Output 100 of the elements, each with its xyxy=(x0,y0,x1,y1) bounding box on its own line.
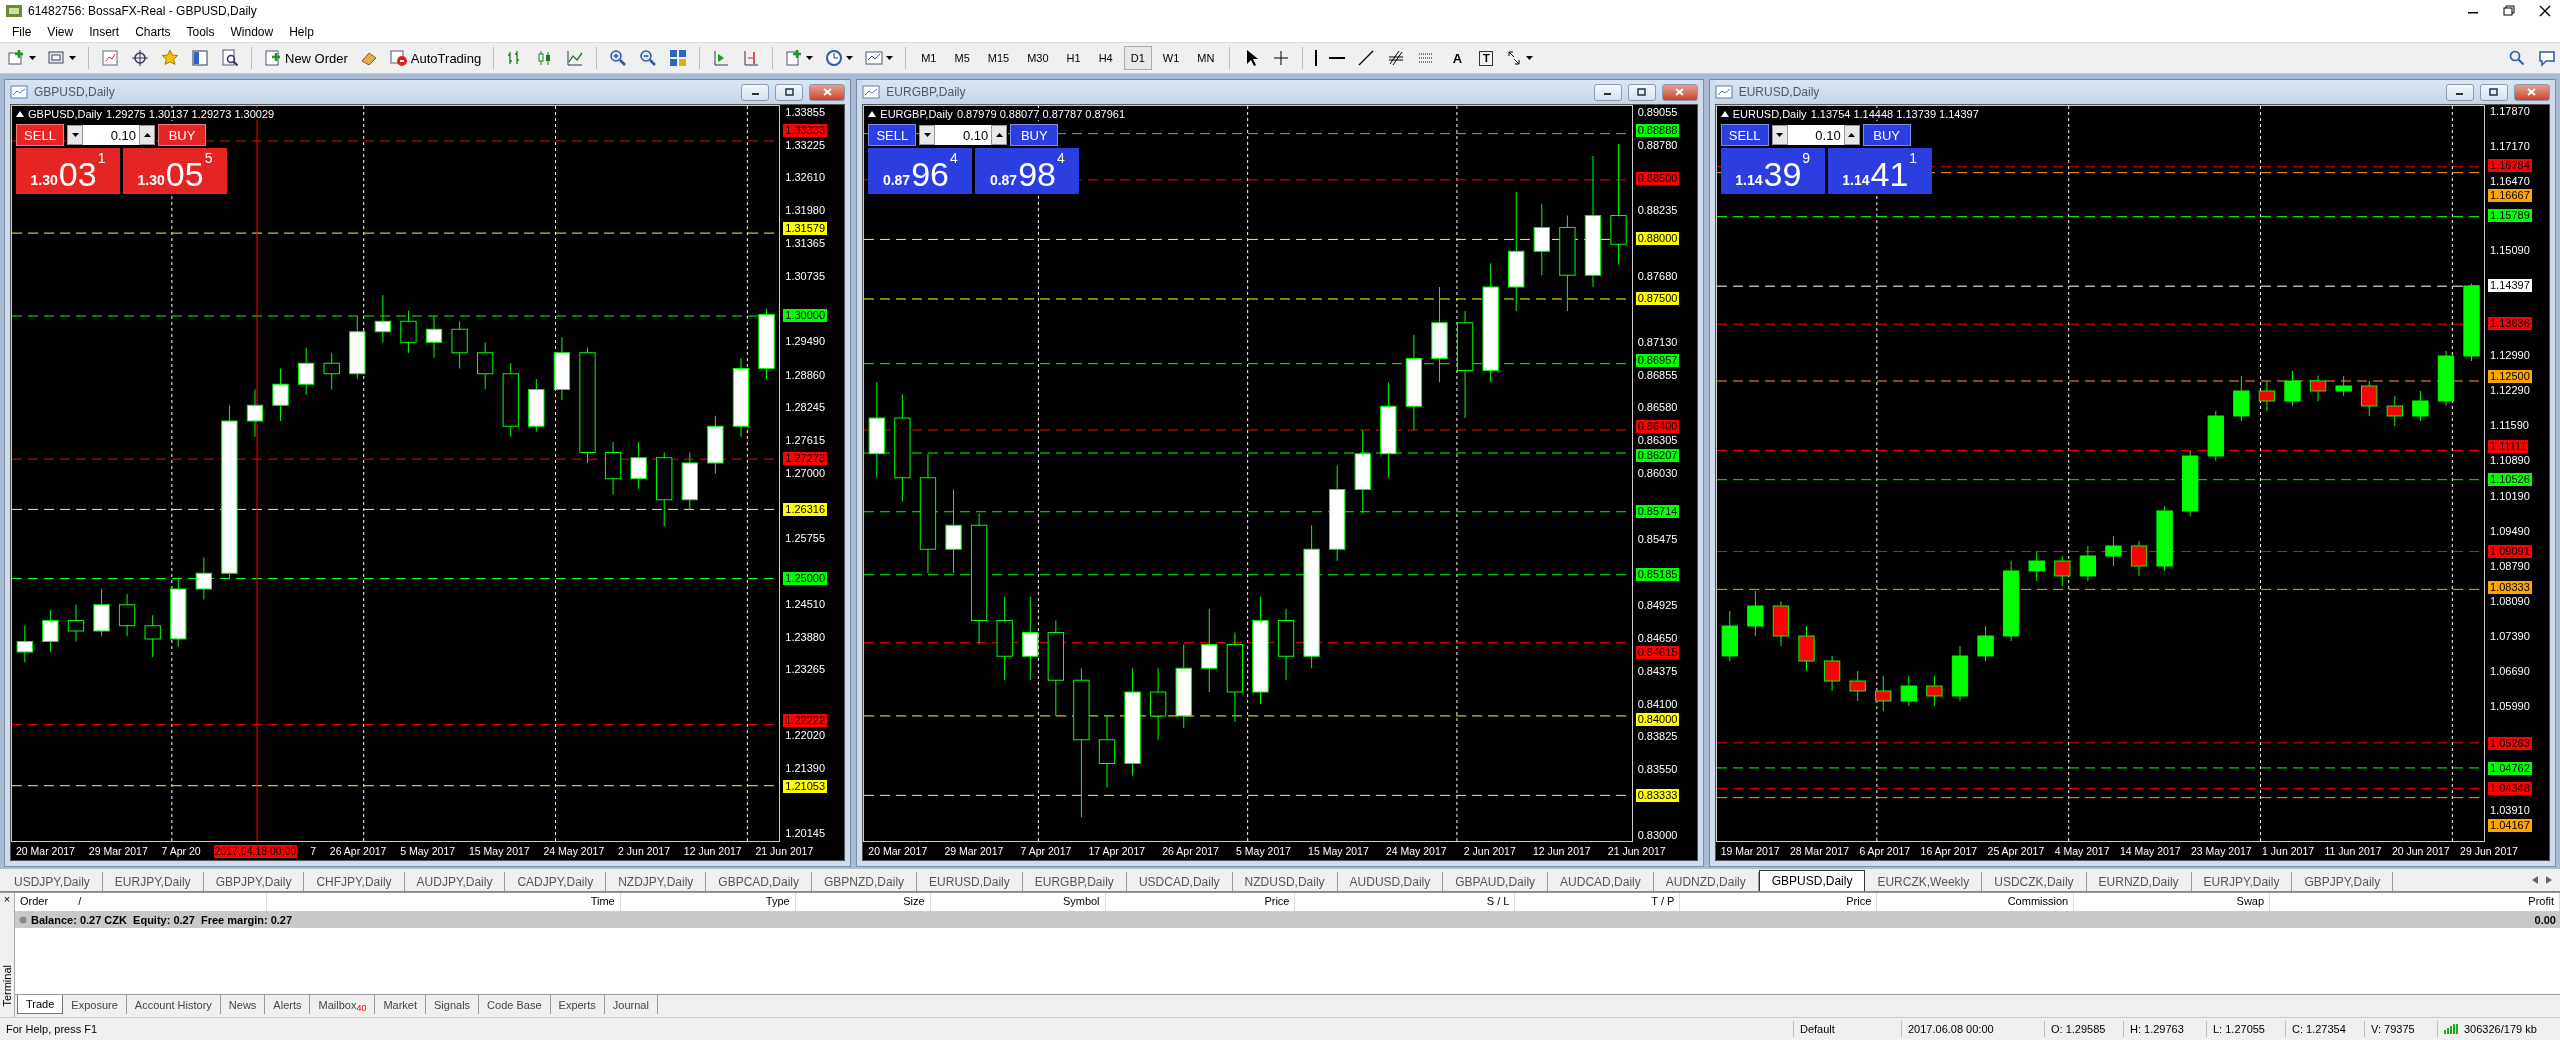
date-axis-label: 15 May 2017 xyxy=(467,844,531,858)
price-axis-label: 1.28860 xyxy=(784,368,827,382)
low-price: L: 1.27055 xyxy=(2206,1021,2285,1037)
chart-symbol: EURGBP,Daily xyxy=(880,108,953,120)
status-help-text: For Help, press F1 xyxy=(5,1022,99,1037)
date-axis-label: 29 Mar 2017 xyxy=(943,844,1005,858)
date-axis-label: 12 Jun 2017 xyxy=(1531,844,1592,858)
chart-window-title: EURGBP,Daily xyxy=(886,85,967,99)
date-axis-label: 19 Mar 2017 xyxy=(1719,844,1781,858)
price-axis-label: 1.31365 xyxy=(784,236,827,250)
price-axis-label: 0.86855 xyxy=(1636,368,1679,382)
date-axis-label: 5 May 2017 xyxy=(399,844,457,858)
date-axis-label: 1 Jun 2017 xyxy=(2261,844,2316,858)
price-level-label: 1.22222 xyxy=(783,714,828,727)
price-axis-label: 0.86305 xyxy=(1636,434,1679,448)
date-axis-label: 4 May 2017 xyxy=(2053,844,2111,858)
price-axis-label: 1.06690 xyxy=(2489,665,2531,679)
date-axis-label: 7 Apr 20 xyxy=(160,844,202,858)
balance-summary: Balance: 0.27 CZK Equity: 0.27 Free margin: 0.27 xyxy=(31,914,294,926)
price-axis-label: 1.22020 xyxy=(784,728,827,742)
price-level-label: 1.31579 xyxy=(783,222,828,236)
price-level-label: 0.84615 xyxy=(1635,646,1680,660)
price-axis-label: 1.33855 xyxy=(784,105,827,119)
price-level-label: 0.84000 xyxy=(1635,712,1680,726)
price-level-label: 0.85714 xyxy=(1635,504,1680,518)
price-axis-label: 1.10190 xyxy=(2489,489,2531,503)
price-axis-label: 0.88235 xyxy=(1636,203,1679,217)
volume: V: 79375 xyxy=(2364,1021,2437,1037)
price-axis-label: 1.24510 xyxy=(784,597,827,611)
date-axis-label: 29 Jun 2017 xyxy=(2459,844,2519,858)
price-level-label: 1.16784 xyxy=(2488,158,2532,172)
date-axis-label: 24 May 2017 xyxy=(542,844,606,858)
price-axis-label: 1.17870 xyxy=(2489,104,2531,118)
price-level-label: 1.10526 xyxy=(2488,472,2532,486)
date-axis-label: 7 xyxy=(309,844,317,858)
price-axis-label: 1.09490 xyxy=(2489,524,2531,538)
price-axis-label: 1.33225 xyxy=(784,138,827,152)
ohlc-values: 1.13754 1.14448 1.13739 1.14397 xyxy=(1810,108,1979,120)
date-axis-label: 7 Apr 2017 xyxy=(1019,844,1073,858)
price-level-label: 1.15789 xyxy=(2488,208,2532,222)
close-price: C: 1.27354 xyxy=(2285,1021,2364,1037)
terminal-label: Terminal xyxy=(1,965,13,1007)
date-axis-label: 26 Apr 2017 xyxy=(1161,844,1220,858)
sort-indicator: / xyxy=(78,895,82,909)
price-axis-label: 1.28245 xyxy=(784,400,827,414)
date-axis-label: 11 Jun 2017 xyxy=(2323,844,2383,858)
price-axis-label: 1.08090 xyxy=(2489,594,2531,608)
price-axis-label: 0.84375 xyxy=(1636,664,1679,678)
price-level-label: 0.87500 xyxy=(1635,291,1680,305)
price-axis-label: 1.27000 xyxy=(784,466,827,480)
window-title: 61482756: BossaFX-Real - GBPUSD,Daily xyxy=(28,4,258,18)
date-axis-label: 15 May 2017 xyxy=(1307,844,1370,858)
price-level-label: 1.13636 xyxy=(2488,316,2532,330)
cursor-date-label: 2017.04.18 00:00 xyxy=(213,844,298,858)
price-axis-label: 0.87130 xyxy=(1636,335,1679,349)
price-axis-label: 1.20145 xyxy=(784,827,827,841)
date-axis-label: 29 Mar 2017 xyxy=(87,844,149,858)
date-axis-label: 6 Apr 2017 xyxy=(1858,844,1912,858)
price-level-label: 0.88500 xyxy=(1635,172,1680,186)
price-axis-label: 1.29490 xyxy=(784,335,827,349)
price-axis-label: 0.83550 xyxy=(1636,763,1679,777)
price-level-label: 1.08333 xyxy=(2488,580,2532,594)
price-level-label: 1.26316 xyxy=(783,502,828,516)
date-axis-label: 2 Jun 2017 xyxy=(617,844,672,858)
price-axis-label: 1.23880 xyxy=(784,630,827,644)
date-axis-label: 21 Jun 2017 xyxy=(754,844,815,858)
price-axis-label: 0.84650 xyxy=(1636,631,1679,645)
date-axis-label: 14 May 2017 xyxy=(2118,844,2182,858)
price-level-label: 1.11111 xyxy=(2488,440,2529,454)
price-axis-label: 1.15090 xyxy=(2489,243,2531,257)
date-axis-label: 26 Apr 2017 xyxy=(328,844,388,858)
price-level-label: 1.14397 xyxy=(2488,278,2532,292)
price-axis-label: 0.88780 xyxy=(1636,138,1679,152)
price-level-label: 0.86400 xyxy=(1635,419,1680,433)
price-axis-label: 1.05990 xyxy=(2489,700,2531,714)
price-level-label: 1.27273 xyxy=(783,452,828,466)
price-level-label: 1.21053 xyxy=(783,779,828,793)
date-axis-label: 20 Mar 2017 xyxy=(15,844,76,858)
ohlc-values: 1.29275 1.30137 1.29273 1.30029 xyxy=(105,108,275,120)
price-level-label: 1.04348 xyxy=(2488,782,2532,796)
price-level-label: 0.85185 xyxy=(1635,568,1680,582)
price-axis-label: 0.84925 xyxy=(1636,599,1679,613)
price-level-label: 1.12500 xyxy=(2488,369,2532,383)
price-level-label: 0.86957 xyxy=(1635,354,1680,368)
price-axis-label: 1.03910 xyxy=(2489,804,2531,818)
price-axis-label: 0.87680 xyxy=(1636,270,1679,283)
price-level-label: 1.30000 xyxy=(783,308,828,322)
traffic-counter: 306326/179 kb xyxy=(2464,1022,2537,1037)
date-axis-label: 5 May 2017 xyxy=(1235,844,1292,858)
price-level-label: 1.16667 xyxy=(2488,188,2532,202)
chart-window-title: EURUSD,Daily xyxy=(1738,85,1821,99)
date-axis-label: 20 Jun 2017 xyxy=(2390,844,2451,858)
chart-window-title: GBPUSD,Daily xyxy=(34,85,116,99)
price-axis-label: 0.83000 xyxy=(1636,829,1679,842)
price-axis-label: 1.23265 xyxy=(784,663,827,677)
price-axis-label: 1.12290 xyxy=(2489,384,2531,398)
price-level-label: 1.09091 xyxy=(2488,544,2532,558)
high-price: H: 1.29763 xyxy=(2123,1021,2206,1037)
date-axis-label: 25 Apr 2017 xyxy=(1986,844,2046,858)
profit-value: 0.00 xyxy=(2534,914,2556,926)
